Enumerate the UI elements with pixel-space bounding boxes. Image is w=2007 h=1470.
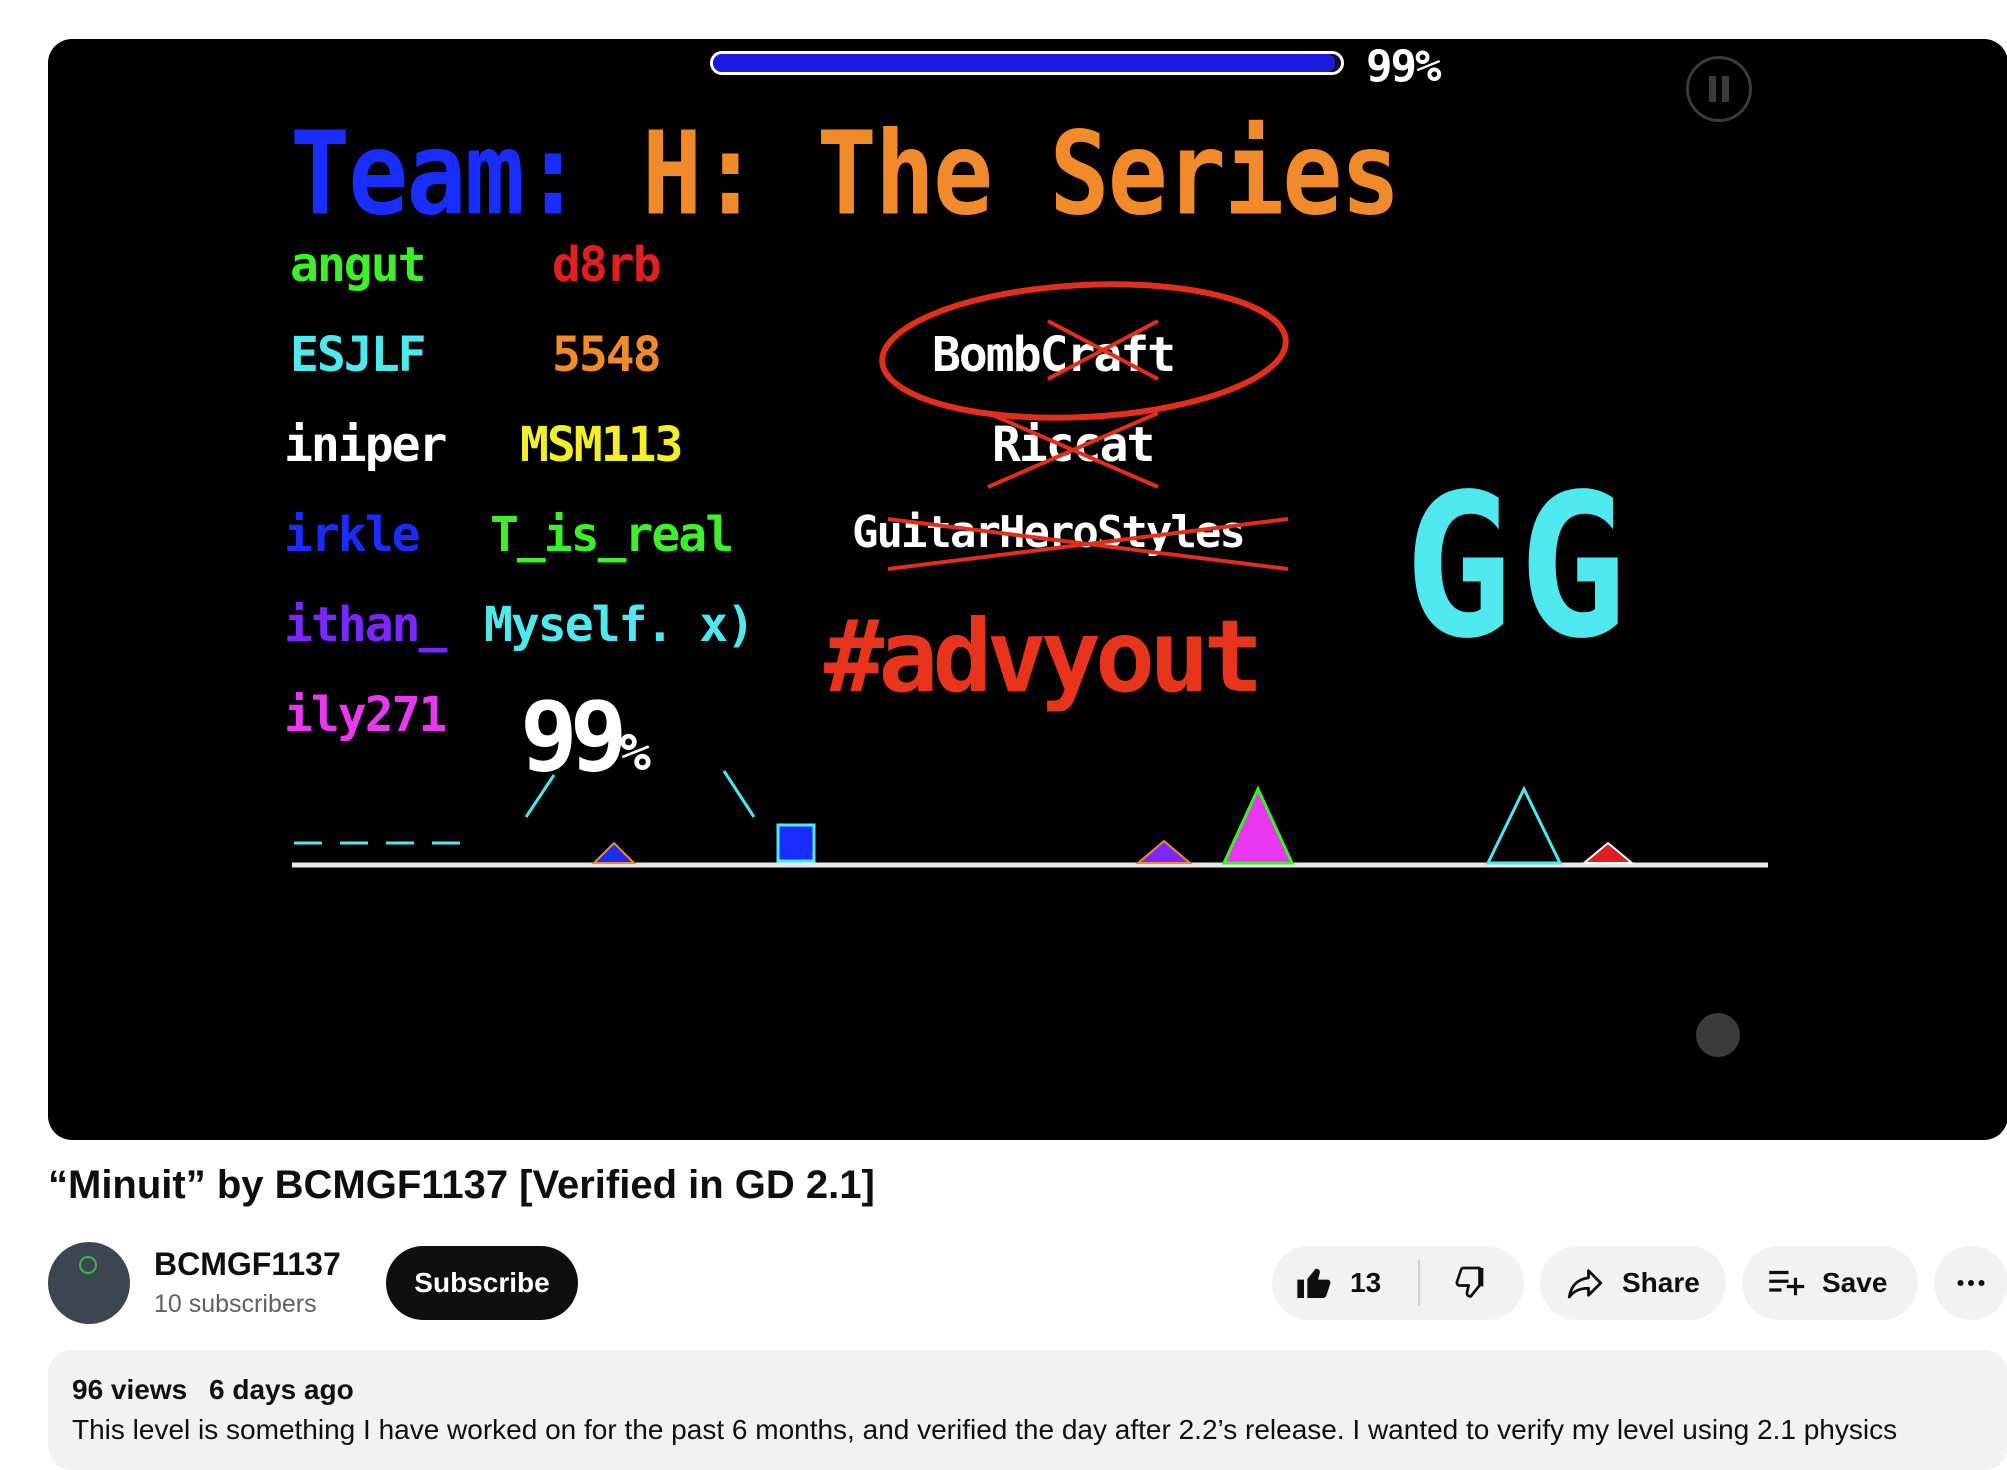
video-title: “Minuit” by BCMGF1137 [Verified in GD 2.… — [48, 1163, 875, 1207]
dislike-button[interactable] — [1420, 1246, 1524, 1320]
video-player[interactable]: 99% Team: H: The Series angut ESJLF inip… — [48, 39, 2007, 1140]
like-button[interactable]: 13 — [1272, 1246, 1418, 1320]
playlist-add-icon — [1769, 1270, 1805, 1296]
game-scene-drawing — [292, 281, 1768, 1057]
jump-trail — [524, 774, 556, 818]
like-dislike-group: 13 — [1272, 1246, 1524, 1320]
video-meta: 96 views 6 days ago — [72, 1374, 354, 1406]
jump-trail — [722, 770, 756, 818]
share-arrow-icon — [1567, 1269, 1603, 1299]
spike — [591, 841, 637, 864]
touch-indicator — [1696, 1013, 1740, 1057]
thumbs-down-icon — [1455, 1266, 1484, 1298]
player-icon — [776, 823, 816, 863]
share-button[interactable]: Share — [1540, 1246, 1726, 1320]
avatar[interactable] — [48, 1242, 130, 1324]
annotation-circle — [879, 281, 1289, 421]
save-button[interactable]: Save — [1742, 1246, 1918, 1320]
share-label: Share — [1622, 1267, 1700, 1298]
spike — [1485, 785, 1563, 865]
upload-date: 6 days ago — [208, 1374, 354, 1405]
view-count: 96 views — [72, 1374, 188, 1405]
description-text: This level is something I have worked on… — [72, 1414, 1898, 1445]
subscriber-count: 10 subscribers — [154, 1290, 317, 1318]
thumbs-up-icon — [1297, 1268, 1331, 1298]
more-actions-button[interactable] — [1934, 1246, 2007, 1320]
save-label: Save — [1822, 1267, 1888, 1298]
subscribe-button[interactable]: Subscribe — [386, 1246, 578, 1320]
spike — [1135, 839, 1193, 864]
spike — [1581, 841, 1635, 864]
spike — [1221, 785, 1295, 865]
channel-name[interactable]: BCMGF1137 — [154, 1246, 341, 1283]
more-icon — [1957, 1280, 1985, 1286]
strike-marks — [887, 319, 1289, 571]
like-count: 13 — [1350, 1267, 1382, 1298]
description-box[interactable]: 96 views 6 days ago This level is someth… — [48, 1350, 2007, 1470]
